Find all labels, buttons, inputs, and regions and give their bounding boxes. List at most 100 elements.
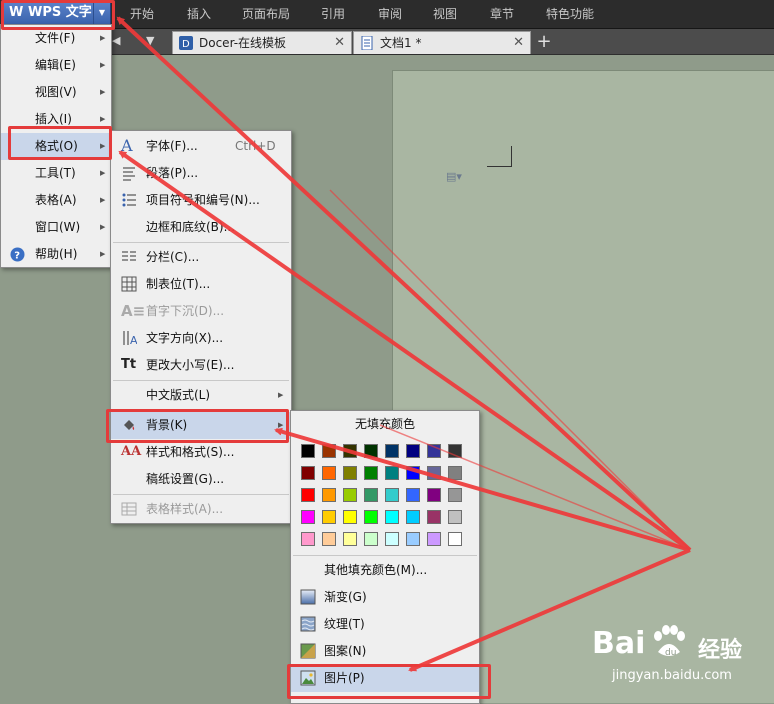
color-swatch[interactable] [301,466,315,480]
close-icon[interactable]: ✕ [513,32,524,54]
color-swatch[interactable] [406,444,420,458]
tab-list-dropdown-icon[interactable]: ▼ [146,34,154,47]
shortcut-label: Ctrl+D [235,139,276,153]
svg-text:A: A [130,334,137,346]
tab-special-features[interactable]: 特色功能 [546,0,594,28]
paste-options-icon[interactable]: ▤▾ [446,170,466,184]
color-swatch[interactable] [385,488,399,502]
menu-item-manuscript-settings[interactable]: 稿纸设置(G)... [111,466,291,493]
menu-item-label: 分栏(C)... [146,250,200,264]
styles-icon: AA [121,444,142,459]
color-swatch[interactable] [364,466,378,480]
tab-chapter[interactable]: 章节 [490,0,514,28]
menu-item-font[interactable]: A 字体(F)... Ctrl+D [111,133,291,160]
menu-item-table[interactable]: 表格(A) ▶ [1,187,111,214]
change-case-icon: Tt [121,357,137,372]
tab-references[interactable]: 引用 [321,0,345,28]
close-icon[interactable]: ✕ [334,32,345,54]
tab-start[interactable]: 开始 [130,0,154,28]
top-menu-bar: W WPS 文字 ▼ 开始 插入 页面布局 引用 审阅 视图 章节 特色功能 [0,0,774,29]
color-swatch[interactable] [364,532,378,546]
color-swatch[interactable] [385,532,399,546]
color-swatch[interactable] [343,488,357,502]
color-swatch[interactable] [448,466,462,480]
help-icon: ? [10,247,25,262]
menu-item-label: 渐变(G) [324,590,367,604]
menu-item-window[interactable]: 窗口(W) ▶ [1,214,111,241]
tab-docer-templates[interactable]: D Docer-在线模板 ✕ [172,31,352,54]
tab-review[interactable]: 审阅 [378,0,402,28]
color-swatch[interactable] [364,488,378,502]
nav-arrows: ◀ ▼ [112,31,174,51]
menu-item-table-style[interactable]: 表格样式(A)... [111,496,291,523]
menu-item-label: 更改大小写(E)... [146,358,235,372]
color-swatch[interactable] [427,444,441,458]
menu-item-pattern[interactable]: 图案(N) [291,638,479,665]
color-swatch[interactable] [364,444,378,458]
color-swatch[interactable] [343,444,357,458]
color-swatch[interactable] [406,466,420,480]
color-swatch[interactable] [406,532,420,546]
bullet-list-icon [122,193,136,207]
color-swatch[interactable] [322,510,336,524]
menu-item-gradient[interactable]: 渐变(G) [291,584,479,611]
color-swatch[interactable] [364,510,378,524]
menu-item-label: 表格(A) [35,193,77,207]
menu-item-styles-formatting[interactable]: AA 样式和格式(S)... [111,439,291,466]
menu-item-texture[interactable]: 纹理(T) [291,611,479,638]
color-swatch[interactable] [427,510,441,524]
color-swatch[interactable] [427,532,441,546]
menu-item-label: 其他填充颜色(M)... [324,563,428,577]
color-swatch[interactable] [343,532,357,546]
menu-item-label: 样式和格式(S)... [146,445,235,459]
color-swatch[interactable] [385,466,399,480]
menu-item-edit[interactable]: 编辑(E) ▶ [1,52,111,79]
menu-item-change-case[interactable]: Tt 更改大小写(E)... [111,352,291,379]
color-swatch[interactable] [301,444,315,458]
color-swatch[interactable] [448,488,462,502]
menu-item-columns[interactable]: 分栏(C)... [111,244,291,271]
color-swatch[interactable] [301,510,315,524]
tab-document1[interactable]: 文档1 * ✕ [353,31,531,54]
tab-view[interactable]: 视图 [433,0,457,28]
baidu-jingyan-watermark: Bai du 经验 jingyan.baidu.com [592,618,774,702]
tab-page-layout[interactable]: 页面布局 [242,0,290,28]
menu-item-label: 帮助(H) [35,247,78,261]
color-swatch[interactable] [448,532,462,546]
color-swatch[interactable] [427,488,441,502]
color-swatch[interactable] [322,466,336,480]
menu-item-label: 图案(N) [324,644,367,658]
color-swatch[interactable] [406,510,420,524]
color-swatch[interactable] [301,532,315,546]
menu-separator [113,242,289,243]
new-tab-plus-icon[interactable]: + [533,31,555,53]
menu-item-view[interactable]: 视图(V) ▶ [1,79,111,106]
color-swatch[interactable] [385,444,399,458]
menu-item-tools[interactable]: 工具(T) ▶ [1,160,111,187]
menu-item-paragraph[interactable]: 段落(P)... [111,160,291,187]
menu-item-more-fill-colors[interactable]: 其他填充颜色(M)... [291,557,479,584]
color-swatch[interactable] [448,510,462,524]
color-swatch[interactable] [301,488,315,502]
color-swatch[interactable] [322,532,336,546]
menu-item-bullets-numbering[interactable]: 项目符号和编号(N)... [111,187,291,214]
color-swatch[interactable] [427,466,441,480]
color-swatch[interactable] [448,444,462,458]
color-swatch[interactable] [406,488,420,502]
color-swatch[interactable] [343,510,357,524]
tab-insert[interactable]: 插入 [187,0,211,28]
menu-item-tab-stops[interactable]: 制表位(T)... [111,271,291,298]
menu-item-drop-cap[interactable]: A≡ 首字下沉(D)... [111,298,291,325]
svg-text:?: ? [14,251,20,262]
menu-item-text-direction[interactable]: A 文字方向(X)... [111,325,291,352]
menu-item-chinese-layout[interactable]: 中文版式(L) ▶ [111,382,291,409]
back-arrow-icon[interactable]: ◀ [112,34,120,47]
color-swatch[interactable] [343,466,357,480]
chevron-right-icon: ▶ [100,61,106,69]
color-swatch[interactable] [322,488,336,502]
no-fill-color-option[interactable]: 无填充颜色 [291,411,479,437]
color-swatch[interactable] [322,444,336,458]
menu-item-help[interactable]: ? 帮助(H) ▶ [1,241,111,268]
menu-item-borders-shading[interactable]: 边框和底纹(B)... [111,214,291,241]
color-swatch[interactable] [385,510,399,524]
